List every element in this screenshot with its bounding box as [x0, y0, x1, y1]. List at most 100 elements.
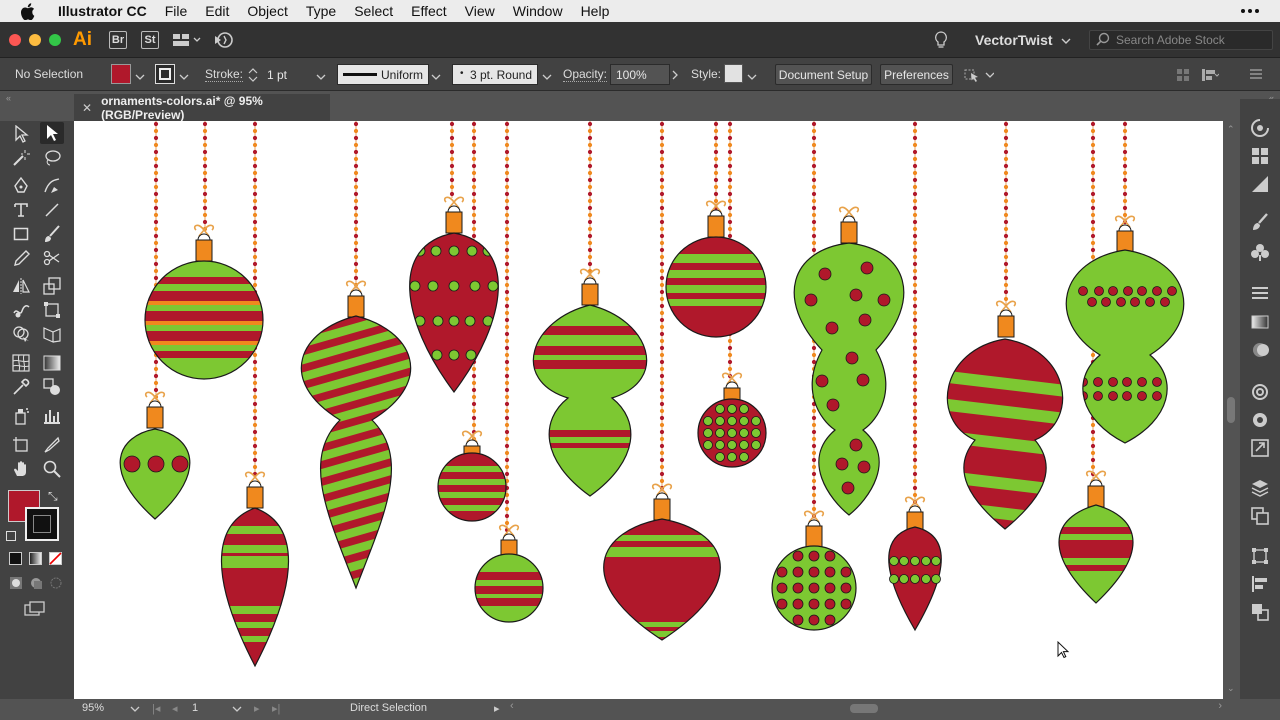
menu-type[interactable]: Type: [297, 0, 345, 22]
menu-window[interactable]: Window: [504, 0, 572, 22]
artboard-tool-icon[interactable]: [9, 434, 33, 456]
status-menu-icon[interactable]: ▸: [494, 702, 500, 715]
menu-help[interactable]: Help: [572, 0, 619, 22]
curvature-tool-icon[interactable]: [40, 175, 64, 197]
perspective-grid-tool-icon[interactable]: [40, 323, 64, 345]
zoom-window-button[interactable]: [49, 33, 61, 46]
arrange-documents-icon[interactable]: [173, 33, 201, 47]
gradient-mode-icon[interactable]: [29, 552, 42, 565]
chevron-down-icon[interactable]: [316, 70, 326, 80]
stroke-weight-stepper[interactable]: [248, 66, 258, 87]
collapse-tools-icon[interactable]: «: [6, 93, 11, 103]
fill-swatch[interactable]: [111, 64, 131, 84]
minimize-window-button[interactable]: [29, 33, 41, 46]
chevron-down-icon[interactable]: [232, 704, 242, 716]
lasso-tool-icon[interactable]: [40, 147, 64, 169]
search-input[interactable]: [1116, 33, 1266, 47]
gradient-tool-icon[interactable]: [40, 352, 64, 374]
bridge-button[interactable]: Br: [109, 30, 127, 49]
document-setup-button[interactable]: Document Setup: [775, 64, 872, 85]
chevron-down-icon[interactable]: [747, 70, 757, 80]
scale-tool-icon[interactable]: [40, 275, 64, 297]
zoom-level[interactable]: 95%: [82, 702, 104, 714]
stroke-color-swatch[interactable]: [25, 507, 59, 541]
rectangle-tool-icon[interactable]: [9, 223, 33, 245]
screen-mode-icon[interactable]: [24, 601, 46, 620]
direct-selection-tool-icon[interactable]: [40, 122, 64, 144]
variable-width-profile[interactable]: Uniform: [337, 64, 429, 85]
artboard-number[interactable]: 1: [192, 702, 198, 714]
previous-artboard-icon[interactable]: ◂: [172, 702, 178, 715]
color-mode-icon[interactable]: [9, 552, 22, 565]
scissors-tool-icon[interactable]: [40, 247, 64, 269]
mesh-tool-icon[interactable]: [9, 352, 33, 374]
menu-effect[interactable]: Effect: [402, 0, 456, 22]
opacity-field[interactable]: 100%: [610, 64, 670, 85]
artboard-canvas[interactable]: [74, 121, 1223, 699]
pen-tool-icon[interactable]: [9, 175, 33, 197]
hand-tool-icon[interactable]: [9, 458, 33, 480]
symbols-icon[interactable]: [1251, 243, 1269, 261]
shaper-tool-icon[interactable]: [9, 247, 33, 269]
stroke-swatch[interactable]: [155, 64, 175, 84]
next-artboard-icon[interactable]: ▸: [254, 702, 260, 715]
workspace-switcher[interactable]: VectorTwist: [975, 22, 1071, 58]
preferences-button[interactable]: Preferences: [880, 64, 953, 85]
menu-object[interactable]: Object: [238, 0, 296, 22]
slice-tool-icon[interactable]: [40, 434, 64, 456]
isolate-object-icon[interactable]: [1176, 68, 1190, 85]
default-colors-icon[interactable]: [6, 531, 16, 541]
more-icon[interactable]: [1240, 2, 1260, 20]
paintbrush-tool-icon[interactable]: [40, 223, 64, 245]
adobe-stock-search[interactable]: [1089, 30, 1273, 50]
align-options-icon[interactable]: [1201, 68, 1220, 85]
apple-icon[interactable]: [20, 2, 38, 20]
draw-behind-icon[interactable]: [29, 576, 43, 593]
scroll-up-icon[interactable]: ⌃: [1227, 124, 1235, 135]
warp-tool-icon[interactable]: [9, 299, 33, 321]
scroll-left-icon[interactable]: ‹: [510, 700, 514, 712]
menu-view[interactable]: View: [456, 0, 504, 22]
color-guide-icon[interactable]: [1251, 175, 1269, 193]
scroll-thumb[interactable]: [1227, 397, 1235, 423]
stroke-panel-icon[interactable]: [1251, 285, 1269, 303]
gpu-performance-icon[interactable]: [213, 30, 235, 50]
zoom-tool-icon[interactable]: [40, 458, 64, 480]
swatches-icon[interactable]: [1251, 147, 1269, 165]
chevron-down-icon[interactable]: [542, 70, 552, 80]
vertical-scrollbar[interactable]: ⌃ ⌄: [1223, 121, 1240, 699]
ornaments-group[interactable]: [74, 121, 1223, 699]
draw-normal-icon[interactable]: [9, 576, 23, 593]
libraries-icon[interactable]: [1251, 119, 1269, 137]
free-transform-tool-icon[interactable]: [40, 299, 64, 321]
blend-tool-icon[interactable]: [40, 376, 64, 398]
stroke-label[interactable]: Stroke:: [205, 67, 244, 82]
gradient-panel-icon[interactable]: [1251, 313, 1269, 331]
selection-options-icon[interactable]: [964, 67, 995, 86]
graphic-styles-icon[interactable]: [1251, 411, 1269, 429]
chevron-down-icon[interactable]: [130, 704, 140, 716]
reflect-tool-icon[interactable]: [9, 275, 33, 297]
document-tab[interactable]: ✕ ornaments-colors.ai* @ 95% (RGB/Previe…: [74, 94, 330, 122]
close-window-button[interactable]: [9, 33, 21, 46]
opacity-label[interactable]: Opacity:: [563, 67, 608, 82]
magic-wand-tool-icon[interactable]: [9, 147, 33, 169]
line-tool-icon[interactable]: [40, 199, 64, 221]
pathfinder-icon[interactable]: [1251, 603, 1269, 621]
transparency-icon[interactable]: [1251, 341, 1269, 359]
artboards-icon[interactable]: [1251, 507, 1269, 525]
column-graph-tool-icon[interactable]: [40, 405, 64, 427]
type-tool-icon[interactable]: [9, 199, 33, 221]
horizontal-scrollbar[interactable]: ‹ ›: [510, 700, 1222, 715]
symbol-sprayer-tool-icon[interactable]: [9, 405, 33, 427]
transform-icon[interactable]: [1251, 547, 1269, 565]
scroll-down-icon[interactable]: ⌄: [1227, 683, 1235, 694]
brushes-icon[interactable]: [1251, 213, 1269, 231]
selection-tool-icon[interactable]: [9, 123, 33, 145]
brush-definition[interactable]: • 3 pt. Round: [452, 64, 538, 85]
chevron-right-icon[interactable]: [671, 69, 681, 80]
stock-button[interactable]: St: [141, 30, 159, 49]
chevron-down-icon[interactable]: [179, 70, 189, 80]
menu-file[interactable]: File: [156, 0, 197, 22]
eyedropper-tool-icon[interactable]: [9, 376, 33, 398]
